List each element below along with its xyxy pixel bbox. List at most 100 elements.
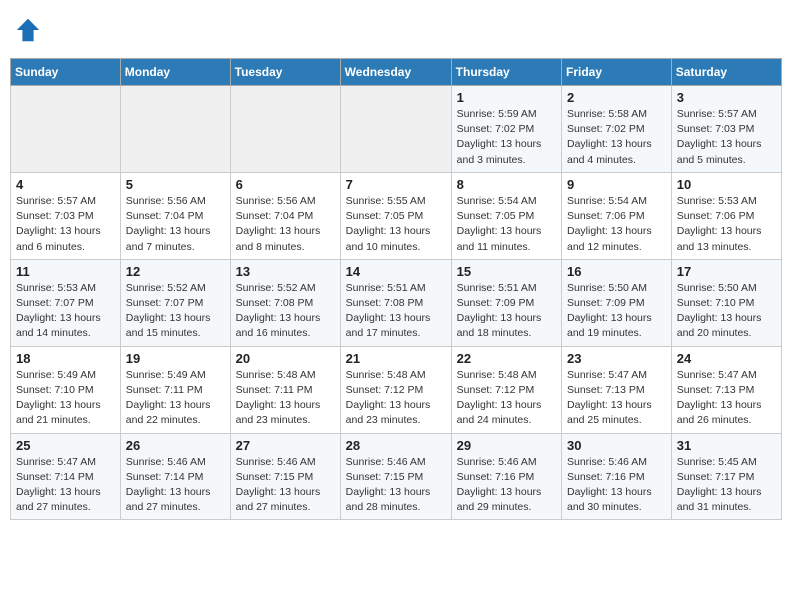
calendar-cell: 27 Sunrise: 5:46 AM Sunset: 7:15 PM Dayli… [230, 433, 340, 520]
day-number: 30 [567, 438, 666, 453]
calendar-cell: 18Sunrise: 5:49 AM Sunset: 7:10 PM Dayli… [11, 346, 121, 433]
calendar-week-3: 11 Sunrise: 5:53 AM Sunset: 7:07 PM Dayli… [11, 259, 782, 346]
calendar-cell: 6 Sunrise: 5:56 AM Sunset: 7:04 PM Daylig… [230, 172, 340, 259]
day-info: Sunrise: 5:46 AM Sunset: 7:15 PM Dayligh… [236, 455, 335, 516]
calendar-cell: 8 Sunrise: 5:54 AM Sunset: 7:05 PM Daylig… [451, 172, 561, 259]
calendar-cell: 14 Sunrise: 5:51 AM Sunset: 7:08 PM Dayli… [340, 259, 451, 346]
calendar-week-2: 4 Sunrise: 5:57 AM Sunset: 7:03 PM Daylig… [11, 172, 782, 259]
calendar-cell: 29 Sunrise: 5:46 AM Sunset: 7:16 PM Dayli… [451, 433, 561, 520]
calendar-cell: 5 Sunrise: 5:56 AM Sunset: 7:04 PM Daylig… [120, 172, 230, 259]
weekday-header-monday: Monday [120, 59, 230, 86]
calendar-cell: 28 Sunrise: 5:46 AM Sunset: 7:15 PM Dayli… [340, 433, 451, 520]
day-info: Sunrise: 5:57 AM Sunset: 7:03 PM Dayligh… [677, 107, 776, 168]
calendar-cell: 2 Sunrise: 5:58 AM Sunset: 7:02 PM Daylig… [562, 86, 672, 173]
calendar-cell: 11 Sunrise: 5:53 AM Sunset: 7:07 PM Dayli… [11, 259, 121, 346]
day-info: Sunrise: 5:46 AM Sunset: 7:16 PM Dayligh… [567, 455, 666, 516]
weekday-header-tuesday: Tuesday [230, 59, 340, 86]
day-info: Sunrise: 5:49 AM Sunset: 7:11 PM Dayligh… [126, 368, 225, 429]
day-info: Sunrise: 5:48 AM Sunset: 7:12 PM Dayligh… [346, 368, 446, 429]
day-number: 19 [126, 351, 225, 366]
day-number: 16 [567, 264, 666, 279]
day-info: Sunrise: 5:54 AM Sunset: 7:05 PM Dayligh… [457, 194, 556, 255]
day-number: 6 [236, 177, 335, 192]
day-number: 10 [677, 177, 776, 192]
calendar-cell: 19 Sunrise: 5:49 AM Sunset: 7:11 PM Dayli… [120, 346, 230, 433]
calendar-cell: 24 Sunrise: 5:47 AM Sunset: 7:13 PM Dayli… [671, 346, 781, 433]
calendar-cell [11, 86, 121, 173]
day-info: Sunrise: 5:52 AM Sunset: 7:07 PM Dayligh… [126, 281, 225, 342]
day-number: 3 [677, 90, 776, 105]
day-number: 12 [126, 264, 225, 279]
calendar-cell: 15 Sunrise: 5:51 AM Sunset: 7:09 PM Dayli… [451, 259, 561, 346]
day-info: Sunrise: 5:58 AM Sunset: 7:02 PM Dayligh… [567, 107, 666, 168]
day-number: 31 [677, 438, 776, 453]
day-number: 29 [457, 438, 556, 453]
calendar-cell: 21Sunrise: 5:48 AM Sunset: 7:12 PM Dayli… [340, 346, 451, 433]
calendar-cell: 3 Sunrise: 5:57 AM Sunset: 7:03 PM Daylig… [671, 86, 781, 173]
calendar-cell: 12 Sunrise: 5:52 AM Sunset: 7:07 PM Dayli… [120, 259, 230, 346]
day-number: 2 [567, 90, 666, 105]
calendar-week-5: 25Sunrise: 5:47 AM Sunset: 7:14 PM Dayli… [11, 433, 782, 520]
calendar-header: SundayMondayTuesdayWednesdayThursdayFrid… [11, 59, 782, 86]
day-info: Sunrise: 5:46 AM Sunset: 7:14 PM Dayligh… [126, 455, 225, 516]
day-number: 8 [457, 177, 556, 192]
weekday-header-friday: Friday [562, 59, 672, 86]
day-number: 11 [16, 264, 115, 279]
day-info: Sunrise: 5:47 AM Sunset: 7:13 PM Dayligh… [567, 368, 666, 429]
weekday-header-sunday: Sunday [11, 59, 121, 86]
day-number: 14 [346, 264, 446, 279]
day-info: Sunrise: 5:56 AM Sunset: 7:04 PM Dayligh… [236, 194, 335, 255]
day-info: Sunrise: 5:46 AM Sunset: 7:16 PM Dayligh… [457, 455, 556, 516]
day-number: 28 [346, 438, 446, 453]
day-info: Sunrise: 5:48 AM Sunset: 7:12 PM Dayligh… [457, 368, 556, 429]
day-info: Sunrise: 5:55 AM Sunset: 7:05 PM Dayligh… [346, 194, 446, 255]
calendar-cell: 22 Sunrise: 5:48 AM Sunset: 7:12 PM Dayli… [451, 346, 561, 433]
logo [14, 16, 46, 44]
day-number: 15 [457, 264, 556, 279]
calendar-cell: 17 Sunrise: 5:50 AM Sunset: 7:10 PM Dayli… [671, 259, 781, 346]
day-info: Sunrise: 5:51 AM Sunset: 7:08 PM Dayligh… [346, 281, 446, 342]
day-info: Sunrise: 5:50 AM Sunset: 7:09 PM Dayligh… [567, 281, 666, 342]
day-info: Sunrise: 5:53 AM Sunset: 7:07 PM Dayligh… [16, 281, 115, 342]
day-info: Sunrise: 5:46 AM Sunset: 7:15 PM Dayligh… [346, 455, 446, 516]
day-number: 17 [677, 264, 776, 279]
day-info: Sunrise: 5:47 AM Sunset: 7:13 PM Dayligh… [677, 368, 776, 429]
day-info: Sunrise: 5:57 AM Sunset: 7:03 PM Dayligh… [16, 194, 115, 255]
day-info: Sunrise: 5:53 AM Sunset: 7:06 PM Dayligh… [677, 194, 776, 255]
calendar-cell: 20Sunrise: 5:48 AM Sunset: 7:11 PM Dayli… [230, 346, 340, 433]
calendar-cell: 16 Sunrise: 5:50 AM Sunset: 7:09 PM Dayli… [562, 259, 672, 346]
day-number: 27 [236, 438, 335, 453]
day-number: 5 [126, 177, 225, 192]
day-number: 4 [16, 177, 115, 192]
day-number: 22 [457, 351, 556, 366]
day-number: 7 [346, 177, 446, 192]
day-number: 25 [16, 438, 115, 453]
day-number: 20 [236, 351, 335, 366]
calendar-cell: 31 Sunrise: 5:45 AM Sunset: 7:17 PM Dayli… [671, 433, 781, 520]
day-info: Sunrise: 5:50 AM Sunset: 7:10 PM Dayligh… [677, 281, 776, 342]
day-info: Sunrise: 5:45 AM Sunset: 7:17 PM Dayligh… [677, 455, 776, 516]
calendar-cell: 7 Sunrise: 5:55 AM Sunset: 7:05 PM Daylig… [340, 172, 451, 259]
calendar-body: 1Sunrise: 5:59 AM Sunset: 7:02 PM Daylig… [11, 86, 782, 520]
day-number: 9 [567, 177, 666, 192]
day-info: Sunrise: 5:54 AM Sunset: 7:06 PM Dayligh… [567, 194, 666, 255]
day-number: 24 [677, 351, 776, 366]
logo-icon [14, 16, 42, 44]
day-info: Sunrise: 5:52 AM Sunset: 7:08 PM Dayligh… [236, 281, 335, 342]
day-number: 13 [236, 264, 335, 279]
calendar-cell: 23Sunrise: 5:47 AM Sunset: 7:13 PM Dayli… [562, 346, 672, 433]
day-info: Sunrise: 5:56 AM Sunset: 7:04 PM Dayligh… [126, 194, 225, 255]
day-info: Sunrise: 5:49 AM Sunset: 7:10 PM Dayligh… [16, 368, 115, 429]
calendar-cell: 25Sunrise: 5:47 AM Sunset: 7:14 PM Dayli… [11, 433, 121, 520]
day-number: 26 [126, 438, 225, 453]
calendar-table: SundayMondayTuesdayWednesdayThursdayFrid… [10, 58, 782, 520]
day-info: Sunrise: 5:51 AM Sunset: 7:09 PM Dayligh… [457, 281, 556, 342]
calendar-cell [120, 86, 230, 173]
weekday-header-saturday: Saturday [671, 59, 781, 86]
calendar-cell: 9 Sunrise: 5:54 AM Sunset: 7:06 PM Daylig… [562, 172, 672, 259]
calendar-week-1: 1Sunrise: 5:59 AM Sunset: 7:02 PM Daylig… [11, 86, 782, 173]
weekday-header-wednesday: Wednesday [340, 59, 451, 86]
weekday-row: SundayMondayTuesdayWednesdayThursdayFrid… [11, 59, 782, 86]
calendar-cell: 30 Sunrise: 5:46 AM Sunset: 7:16 PM Dayli… [562, 433, 672, 520]
day-number: 1 [457, 90, 556, 105]
